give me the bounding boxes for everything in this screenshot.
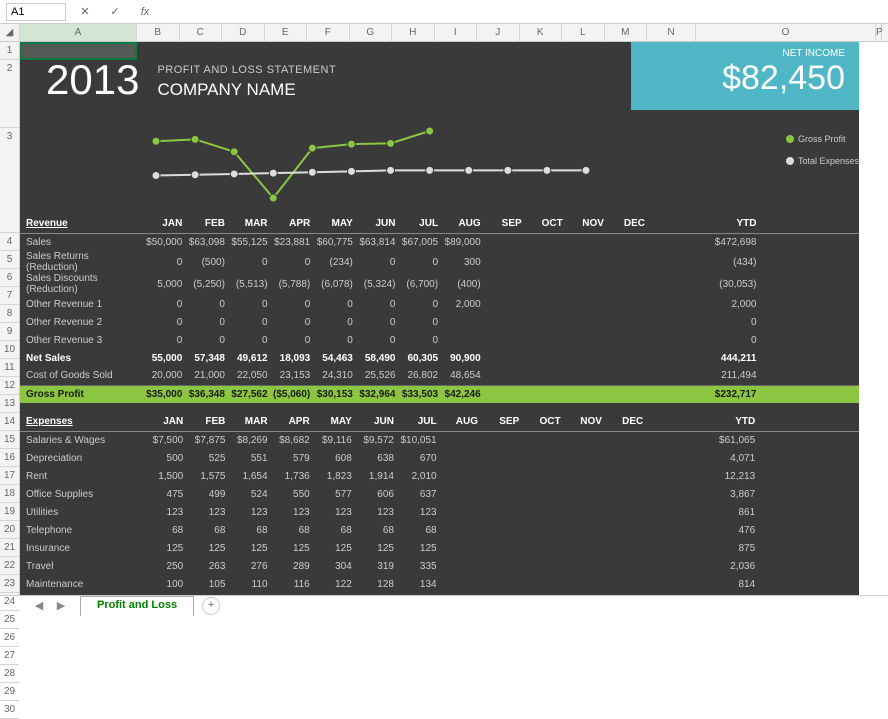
row-header[interactable]: 11 bbox=[0, 359, 19, 377]
row-header[interactable]: 25 bbox=[0, 611, 19, 629]
tab-next-icon[interactable]: ▶ bbox=[50, 598, 72, 614]
check-icon[interactable]: ✓ bbox=[104, 3, 126, 21]
table-row[interactable]: Other Revenue 200000000 bbox=[20, 313, 859, 331]
col-header[interactable]: H bbox=[392, 24, 435, 41]
row-header[interactable]: 16 bbox=[0, 449, 19, 467]
sheet-tab-active[interactable]: Profit and Loss bbox=[80, 596, 194, 616]
col-header[interactable]: M bbox=[605, 24, 648, 41]
row-header[interactable]: 14 bbox=[0, 413, 19, 431]
col-header[interactable]: P bbox=[876, 24, 882, 41]
row-header[interactable]: 8 bbox=[0, 305, 19, 323]
col-header[interactable]: L bbox=[562, 24, 605, 41]
company-name: COMPANY NAME bbox=[157, 80, 336, 100]
row-header[interactable]: 27 bbox=[0, 647, 19, 665]
chart[interactable]: Gross Profit Total Expenses bbox=[20, 110, 859, 215]
net-income-label: NET INCOME bbox=[631, 48, 845, 59]
table-row[interactable]: Cost of Goods Sold20,00021,00022,05023,1… bbox=[20, 367, 859, 385]
table-row[interactable]: Sales Returns (Reduction)0(500)00(234)00… bbox=[20, 251, 859, 273]
row-header[interactable]: 6 bbox=[0, 269, 19, 287]
row-header[interactable]: 21 bbox=[0, 539, 19, 557]
row-header[interactable]: 4 bbox=[0, 233, 19, 251]
col-header[interactable]: E bbox=[265, 24, 308, 41]
col-header[interactable]: C bbox=[180, 24, 223, 41]
row-header[interactable]: 15 bbox=[0, 431, 19, 449]
row-header[interactable]: 20 bbox=[0, 521, 19, 539]
row-header[interactable]: 29 bbox=[0, 683, 19, 701]
row-header[interactable]: 12 bbox=[0, 377, 19, 395]
row-header[interactable]: 10 bbox=[0, 341, 19, 359]
row-header[interactable]: 26 bbox=[0, 629, 19, 647]
table-row[interactable]: Office Supplies4754995245505776066373,86… bbox=[20, 485, 859, 503]
cell-cursor bbox=[20, 42, 137, 60]
col-header[interactable]: K bbox=[520, 24, 563, 41]
revenue-table: RevenueJANFEBMARAPRMAYJUNJULAUGSEPOCTNOV… bbox=[20, 215, 859, 403]
cancel-icon[interactable]: ✕ bbox=[74, 3, 96, 21]
row-header[interactable]: 18 bbox=[0, 485, 19, 503]
col-header[interactable]: F bbox=[307, 24, 350, 41]
row-header[interactable]: 19 bbox=[0, 503, 19, 521]
net-income-box: NET INCOME $82,450 bbox=[631, 42, 859, 110]
row-header[interactable]: 5 bbox=[0, 251, 19, 269]
chart-legend: Gross Profit Total Expenses bbox=[786, 134, 859, 178]
table-row[interactable]: Telephone68686868686868476 bbox=[20, 521, 859, 539]
row-header[interactable]: 2 bbox=[0, 60, 19, 128]
col-header[interactable]: I bbox=[435, 24, 478, 41]
row-header[interactable]: 22 bbox=[0, 557, 19, 575]
legend-total-expenses: Total Expenses bbox=[798, 156, 859, 166]
formula-bar: ✕ ✓ fx bbox=[0, 0, 888, 24]
table-row[interactable]: Gross Profit$35,000$36,348$27,562($5,060… bbox=[20, 385, 859, 403]
table-row[interactable]: Rent1,5001,5751,6541,7361,8231,9142,0101… bbox=[20, 467, 859, 485]
table-row[interactable]: Maintenance100105110116122128134814 bbox=[20, 575, 859, 593]
row-header[interactable]: 7 bbox=[0, 287, 19, 305]
select-all-corner[interactable]: ◢ bbox=[0, 24, 20, 41]
formula-input[interactable] bbox=[164, 3, 882, 21]
name-box[interactable] bbox=[6, 3, 66, 21]
col-header[interactable]: O bbox=[696, 24, 876, 41]
table-row[interactable]: Other Revenue 300000000 bbox=[20, 331, 859, 349]
row-header[interactable]: 13 bbox=[0, 395, 19, 413]
col-header[interactable]: D bbox=[222, 24, 265, 41]
row-header[interactable]: 24 bbox=[0, 593, 19, 611]
table-row[interactable]: Net Sales55,00057,34849,61218,09354,4635… bbox=[20, 349, 859, 367]
row-header[interactable]: 9 bbox=[0, 323, 19, 341]
row-header[interactable]: 23 bbox=[0, 575, 19, 593]
row-headers: 1234567891011121314151617181920212223242… bbox=[0, 42, 20, 595]
tab-prev-icon[interactable]: ◀ bbox=[28, 598, 50, 614]
col-header[interactable]: B bbox=[137, 24, 180, 41]
row-header[interactable]: 17 bbox=[0, 467, 19, 485]
new-sheet-button[interactable]: + bbox=[202, 597, 220, 615]
row-header[interactable]: 3 bbox=[0, 128, 19, 233]
subtitle: PROFIT AND LOSS STATEMENT bbox=[157, 64, 336, 76]
fx-icon[interactable]: fx bbox=[134, 3, 156, 21]
col-header[interactable]: A bbox=[20, 24, 137, 41]
year: 2013 bbox=[46, 56, 139, 104]
table-row[interactable]: Depreciation5005255515796086386704,071 bbox=[20, 449, 859, 467]
net-income-value: $82,450 bbox=[631, 59, 845, 98]
worksheet-area[interactable]: 2013 PROFIT AND LOSS STATEMENT COMPANY N… bbox=[20, 42, 888, 595]
table-row[interactable]: Insurance125125125125125125125875 bbox=[20, 539, 859, 557]
col-header[interactable]: N bbox=[647, 24, 696, 41]
row-header[interactable]: 1 bbox=[0, 42, 19, 60]
col-header[interactable]: J bbox=[477, 24, 520, 41]
sheet-tabs: ◀ ▶ Profit and Loss + bbox=[0, 595, 888, 615]
table-row[interactable]: Sales$50,000$63,098$55,125$23,881$60,775… bbox=[20, 233, 859, 251]
column-headers: ◢ ABCDEFGHIJKLMNOP bbox=[0, 24, 888, 42]
col-header[interactable]: G bbox=[350, 24, 393, 41]
row-header[interactable]: 30 bbox=[0, 701, 19, 719]
legend-gross-profit: Gross Profit bbox=[798, 134, 846, 144]
expenses-table: ExpensesJANFEBMARAPRMAYJUNJULAUGSEPOCTNO… bbox=[20, 413, 859, 595]
table-row[interactable]: Salaries & Wages$7,500$7,875$8,269$8,682… bbox=[20, 431, 859, 449]
table-row[interactable]: Utilities123123123123123123123861 bbox=[20, 503, 859, 521]
row-header[interactable]: 28 bbox=[0, 665, 19, 683]
table-row[interactable]: Travel2502632762893043193352,036 bbox=[20, 557, 859, 575]
table-row[interactable]: Other Revenue 100000002,0002,000 bbox=[20, 295, 859, 313]
table-row[interactable]: Advertising2002102212322432552681,628 bbox=[20, 593, 859, 595]
table-row[interactable]: Sales Discounts (Reduction)5,000(5,250)(… bbox=[20, 273, 859, 295]
